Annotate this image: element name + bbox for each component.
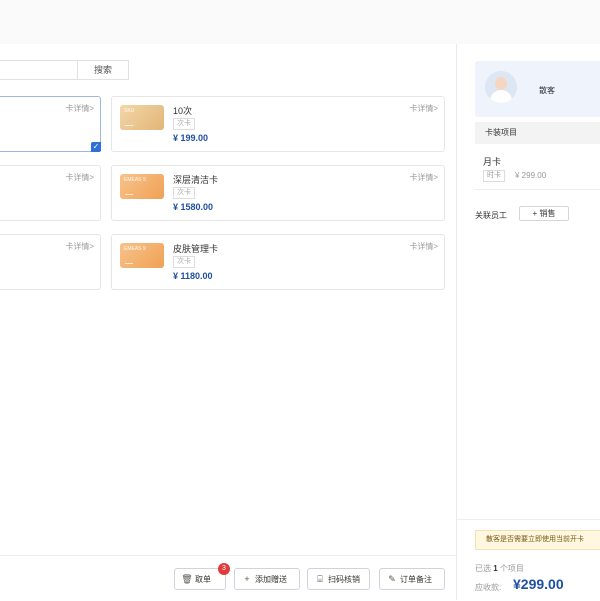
- card-detail-link[interactable]: 卡详情>: [409, 241, 438, 252]
- selected-count: 已选 1 个项目: [475, 564, 524, 573]
- top-bar: [0, 0, 600, 45]
- member-card[interactable]: 散客: [475, 61, 600, 117]
- card-detail-link[interactable]: 卡详情>: [65, 172, 94, 183]
- card-thumbnail: SKU: [120, 105, 164, 130]
- item-type-tag: 时卡: [483, 170, 505, 182]
- card-thumbnail: EMEAS 9: [120, 243, 164, 268]
- card-item-10times[interactable]: SKU 10次 次卡 ¥ 199.00 卡详情>: [111, 96, 445, 152]
- card-price: ¥ 199.00: [173, 133, 209, 143]
- card-price: ¥ 1580.00: [173, 202, 214, 212]
- card-name: 10次: [173, 106, 193, 116]
- total-label: 应收款:: [475, 583, 502, 592]
- card-price: ¥ 1180.00: [173, 271, 213, 281]
- cancel-order-button[interactable]: 🗑 取单 3: [174, 563, 230, 590]
- scan-verify-button[interactable]: ⌸ 扫码核销: [307, 568, 370, 590]
- staff-label: 关联员工: [475, 211, 507, 220]
- add-sales-button[interactable]: + 销售: [519, 206, 569, 221]
- pending-count-badge: 3: [218, 563, 230, 575]
- item-name: 月卡: [483, 157, 502, 167]
- card-item-selected[interactable]: 卡详情> ✓: [0, 96, 101, 152]
- trash-icon: 🗑: [181, 574, 193, 584]
- avatar: [485, 71, 517, 103]
- card-item-deep-clean[interactable]: EMEAS 9 深层清洁卡 次卡 ¥ 1580.00 卡详情>: [111, 165, 445, 221]
- card-detail-link[interactable]: 卡详情>: [65, 241, 94, 252]
- plus-icon: +: [244, 574, 250, 584]
- search-button[interactable]: 搜索: [77, 60, 129, 80]
- order-panel: 散客 卡装项目 月卡 时卡 ¥ 299.00 关联员工 + 销售 散客是否需要立…: [457, 44, 600, 600]
- card-type-tag: 次卡: [173, 187, 195, 199]
- card-item[interactable]: 卡详情>: [0, 234, 101, 290]
- checkmark-icon: ✓: [91, 142, 101, 152]
- card-detail-link[interactable]: 卡详情>: [65, 103, 94, 114]
- card-name: 皮肤管理卡: [173, 244, 219, 254]
- total-amount: ¥299.00: [513, 576, 564, 592]
- notice-banner: 散客是否需要立即使用当前开卡: [475, 530, 600, 550]
- card-item-skin-care[interactable]: EMEAS 9 皮肤管理卡 次卡 ¥ 1180.00 卡详情>: [111, 234, 445, 290]
- search-input[interactable]: [0, 60, 78, 80]
- card-list-panel: 搜索 卡详情> ✓ SKU 10次 次卡 ¥ 199.00 卡详情> 卡详情> …: [0, 44, 456, 601]
- card-type-tag: 次卡: [173, 256, 195, 268]
- item-price: ¥ 299.00: [515, 171, 547, 180]
- divider: [475, 189, 600, 190]
- card-name: 深层清洁卡: [173, 175, 219, 185]
- card-thumbnail: EMEAS 9: [120, 174, 164, 199]
- card-detail-link[interactable]: 卡详情>: [409, 103, 438, 114]
- edit-icon: ✎: [388, 574, 396, 584]
- divider: [457, 519, 600, 520]
- order-note-button[interactable]: ✎ 订单备注: [379, 568, 445, 590]
- member-name: 散客: [539, 86, 555, 95]
- card-detail-link[interactable]: 卡详情>: [409, 172, 438, 183]
- card-item[interactable]: 卡详情>: [0, 165, 101, 221]
- scan-icon: ⌸: [317, 574, 323, 584]
- action-bar: 🗑 取单 3 + 添加赠送 ⌸ 扫码核销 ✎ 订单备注: [0, 555, 456, 601]
- add-gift-button[interactable]: + 添加赠送: [234, 568, 300, 590]
- card-type-tag: 次卡: [173, 118, 195, 130]
- section-title: 卡装项目: [475, 122, 600, 144]
